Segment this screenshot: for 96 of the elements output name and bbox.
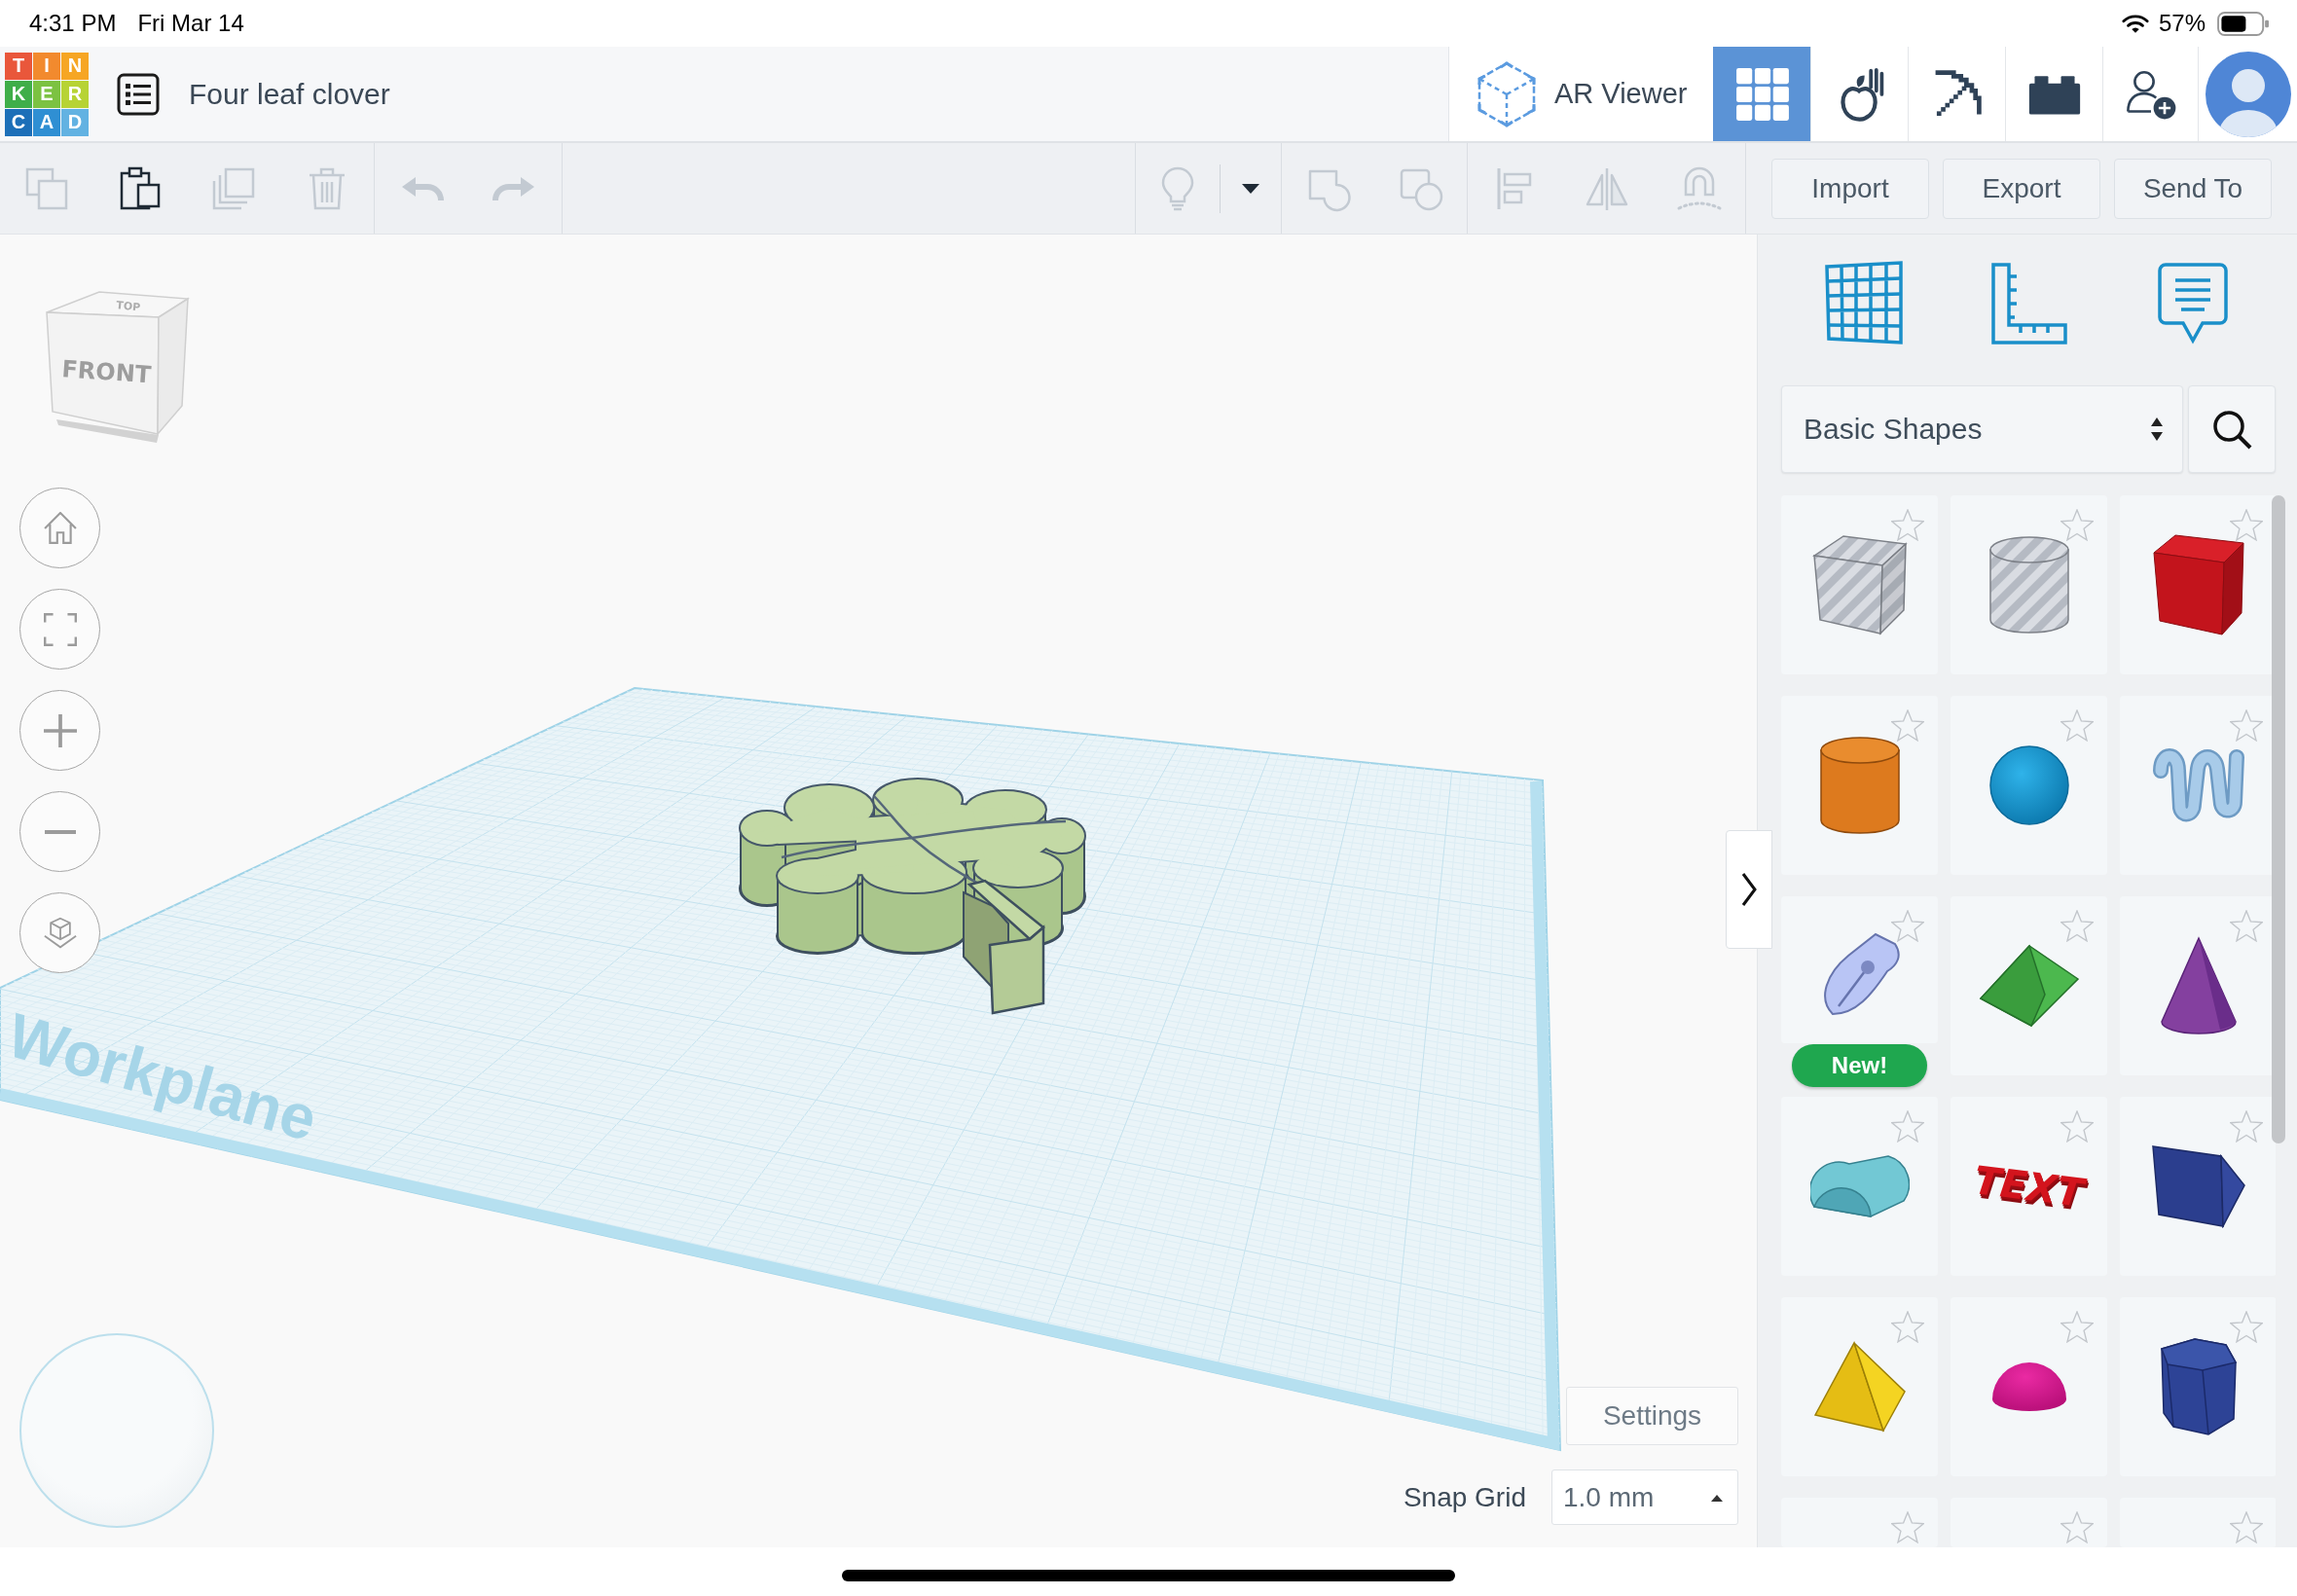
dome-icon (1989, 1360, 2068, 1413)
striped-cylinder-icon (1987, 535, 2070, 635)
shape-tile[interactable] (1781, 696, 1938, 875)
new-badge: New! (1792, 1044, 1927, 1087)
logo-tile: D (61, 108, 89, 136)
status-date: Fri Mar 14 (137, 10, 244, 37)
minus-icon (43, 829, 77, 834)
snap-grid-dropdown[interactable]: 1.0 mm (1551, 1469, 1738, 1525)
star-icon[interactable] (1891, 910, 1924, 942)
toolbar-action-button[interactable]: Send To (2114, 158, 2272, 219)
star-icon[interactable] (1891, 509, 1924, 541)
striped-cube-icon (1811, 534, 1908, 635)
star-icon[interactable] (2060, 1311, 2094, 1343)
shape-tile[interactable] (1781, 495, 1938, 674)
search-icon (2210, 408, 2254, 451)
view-cube[interactable] (46, 291, 190, 443)
star-icon[interactable] (2230, 1110, 2263, 1143)
shape-tile[interactable] (2120, 1297, 2276, 1476)
logo-tile: K (5, 80, 32, 108)
shape-tile[interactable] (2120, 1498, 2276, 1547)
toolbar-action-button[interactable]: Export (1943, 158, 2100, 219)
ar-viewer-button[interactable]: AR Viewer (1448, 47, 1713, 141)
half-cylinder-icon (1809, 1152, 1910, 1220)
sphere-icon (1987, 744, 2070, 826)
wedge-icon (2150, 1144, 2246, 1228)
shape-tile[interactable] (1781, 1097, 1938, 1276)
battery-percentage: 57% (2158, 10, 2206, 37)
shape-tile[interactable] (1951, 696, 2107, 875)
avatar-button[interactable] (2198, 47, 2297, 141)
star-icon[interactable] (2230, 1311, 2263, 1343)
grid-icon (1734, 66, 1790, 122)
cube-icon (2151, 533, 2245, 636)
magnet-icon (1675, 164, 1723, 212)
apple-mode-tab[interactable] (1810, 47, 1908, 141)
cube-face-label: TOP (115, 299, 141, 314)
shape-tile[interactable]: TEXT (1951, 1097, 2107, 1276)
star-icon[interactable] (2230, 910, 2263, 942)
pyramid-icon (1812, 1341, 1907, 1433)
fit-view-icon (43, 612, 77, 646)
brick-mode-tab[interactable] (2005, 47, 2102, 141)
collapse-panel-button[interactable] (1726, 830, 1772, 949)
logo-tile: C (5, 108, 32, 136)
star-icon[interactable] (2060, 509, 2094, 541)
home-icon (43, 511, 77, 545)
text-shape-label: TEXT (1971, 1157, 2087, 1215)
star-icon[interactable] (2060, 1110, 2094, 1143)
shape-tile[interactable] (2120, 1097, 2276, 1276)
pickaxe-mode-tab[interactable] (1908, 47, 2005, 141)
logo-tile: E (33, 80, 60, 108)
logo-tile: I (33, 52, 60, 80)
shape-tile[interactable] (1781, 1498, 1938, 1547)
cube-face-label: FRONT (60, 355, 153, 389)
status-time: 4:31 PM (29, 10, 117, 37)
star-icon[interactable] (2230, 509, 2263, 541)
hexagonal-prism-icon (2159, 1337, 2238, 1436)
snap-grid-label: Snap Grid (1403, 1481, 1526, 1513)
toolbar-action-button[interactable]: Import (1771, 158, 1929, 219)
star-icon[interactable] (1891, 709, 1924, 742)
shape-tile[interactable] (1951, 495, 2107, 674)
shape-category-dropdown[interactable]: Basic Shapes (1781, 385, 2184, 473)
star-icon[interactable] (2060, 709, 2094, 742)
star-icon[interactable] (1891, 1311, 1924, 1343)
star-icon[interactable] (2060, 1511, 2094, 1543)
star-icon[interactable] (2060, 910, 2094, 942)
clover-model[interactable] (739, 778, 1086, 1015)
star-icon[interactable] (1891, 1110, 1924, 1143)
cone-icon (2159, 936, 2238, 1035)
shape-tile[interactable] (1951, 1297, 2107, 1476)
grid-plane-icon (1822, 261, 1905, 346)
battery-icon (2217, 11, 2270, 36)
star-icon[interactable] (2230, 1511, 2263, 1543)
prism-icon (1978, 944, 2080, 1028)
settings-button[interactable]: Settings (1566, 1387, 1738, 1445)
sort-arrows-icon (2149, 416, 2166, 443)
shape-tile[interactable] (1951, 896, 2107, 1075)
list-icon (117, 72, 160, 116)
design-title[interactable]: Four leaf clover (189, 77, 390, 111)
squiggle-icon (2150, 746, 2246, 824)
logo-tile: R (61, 80, 89, 108)
star-icon[interactable] (1891, 1511, 1924, 1543)
add-user-button[interactable] (2102, 47, 2198, 141)
search-button[interactable] (2188, 385, 2276, 473)
logo-tile: N (61, 52, 89, 80)
star-icon[interactable] (2230, 709, 2263, 742)
shape-tile[interactable] (2120, 495, 2276, 674)
shape-tile[interactable] (1781, 896, 1938, 1043)
wifi-icon (2121, 13, 2149, 34)
shape-tile[interactable] (1781, 1297, 1938, 1476)
logo-tile: A (33, 108, 60, 136)
caret-down-icon (1241, 182, 1260, 195)
cylinder-icon (1818, 736, 1901, 835)
list-button[interactable] (117, 72, 160, 116)
shape-tile[interactable] (1951, 1498, 2107, 1547)
plus-icon (43, 713, 77, 747)
logo-tile: T (5, 52, 32, 80)
cube-chevron-icon (43, 916, 77, 950)
